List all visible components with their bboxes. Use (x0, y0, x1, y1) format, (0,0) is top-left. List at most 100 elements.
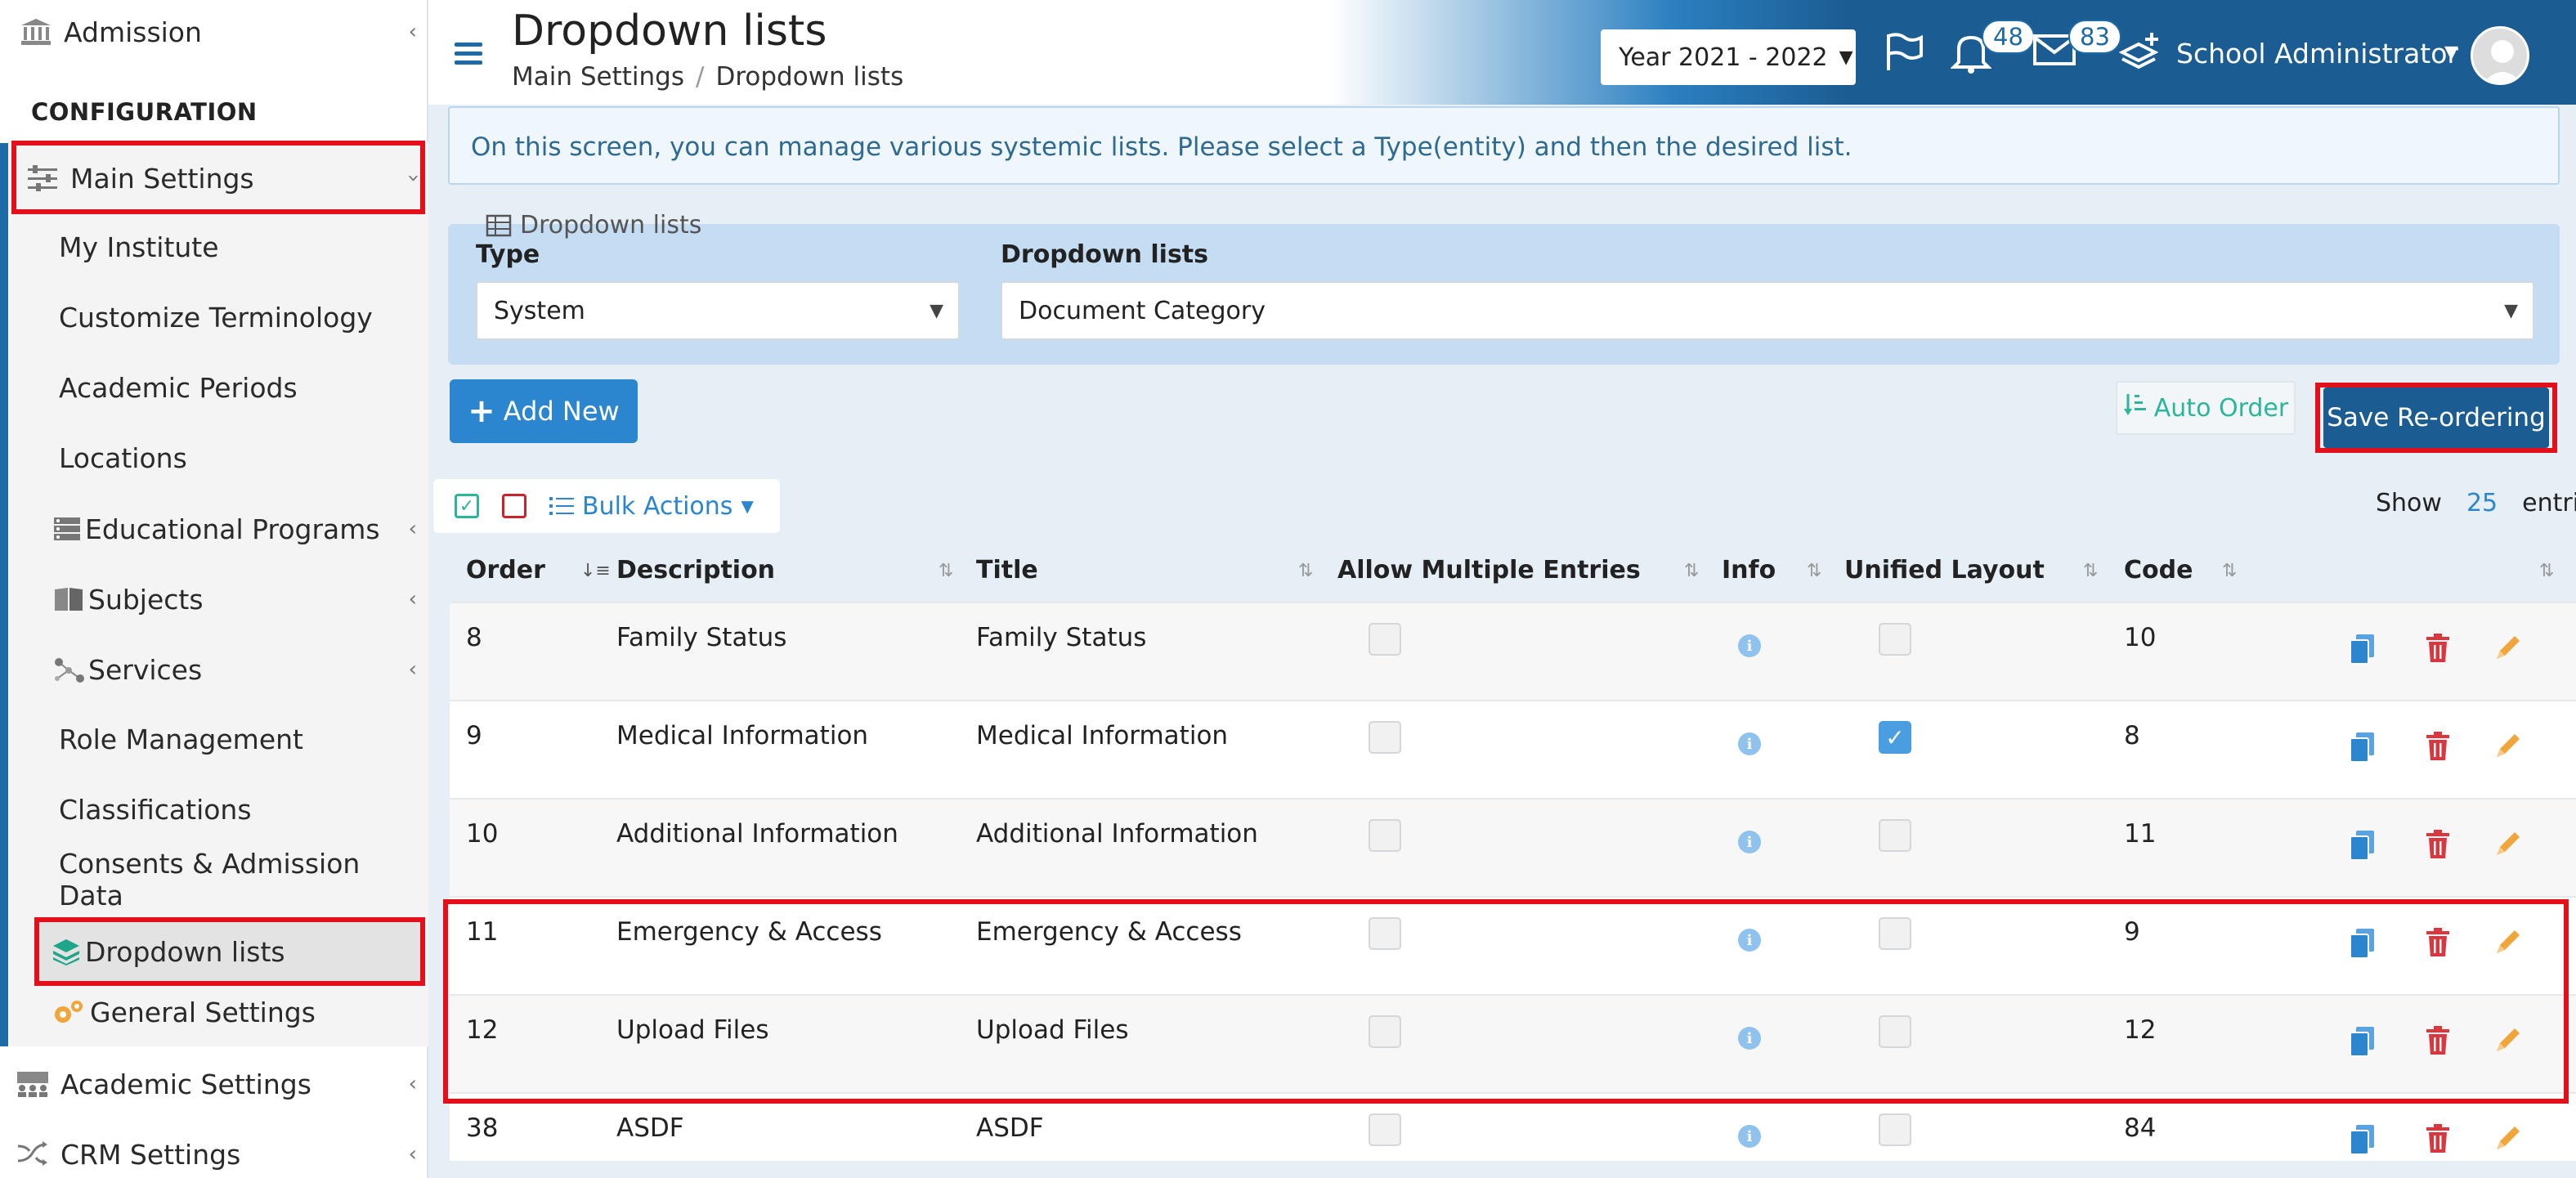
info-icon[interactable]: i (1738, 831, 1761, 853)
bulk-actions-dropdown[interactable]: Bulk Actions ▼ (549, 492, 754, 521)
unified-layout-checkbox[interactable]: ✓ (1879, 721, 1911, 754)
sidebar-item-subjects[interactable]: Subjects ‹ (0, 579, 428, 620)
sidebar-item-label: Consents & Admission Data (59, 848, 361, 911)
sidebar-item-label: Admission (64, 16, 202, 48)
sidebar-item-label: General Settings (90, 996, 316, 1028)
type-select[interactable]: System ▼ (476, 281, 960, 340)
user-name[interactable]: School Administrator (2176, 38, 2458, 69)
add-new-button[interactable]: + Add New (450, 379, 638, 443)
unified-layout-checkbox[interactable] (1879, 1113, 1911, 1146)
hamburger-menu-icon[interactable] (455, 43, 482, 65)
sidebar-item-role-management[interactable]: Role Management (59, 719, 303, 759)
dropdown-list-select[interactable]: Document Category ▼ (1001, 281, 2534, 340)
entries-label: entries (2522, 489, 2576, 517)
bulk-toolbar: ✓ Bulk Actions ▼ (433, 479, 780, 533)
sort-active-icon[interactable]: ↓≡ (580, 561, 611, 581)
sort-icon[interactable]: ⇅ (2083, 561, 2098, 581)
chevron-left-icon: ‹ (408, 20, 417, 44)
allow-multiple-checkbox[interactable] (1369, 623, 1401, 656)
sort-icon[interactable]: ⇅ (2222, 561, 2237, 581)
check-all-icon[interactable]: ✓ (455, 494, 479, 518)
caret-down-icon: ▼ (930, 300, 943, 321)
sidebar-item-classifications[interactable]: Classifications (59, 790, 252, 829)
allow-multiple-checkbox[interactable] (1369, 1113, 1401, 1146)
top-header: Dropdown lists Main Settings / Dropdown … (428, 0, 2576, 105)
sidebar-item-academic-periods[interactable]: Academic Periods (59, 368, 298, 407)
column-header-description[interactable]: Description (616, 556, 775, 585)
info-icon[interactable]: i (1738, 1125, 1761, 1148)
sort-icon[interactable]: ⇅ (1807, 561, 1821, 581)
pencil-icon[interactable] (2493, 1123, 2523, 1156)
classroom-icon (15, 1068, 51, 1100)
column-header-allow-multiple[interactable]: Allow Multiple Entries (1337, 556, 1641, 585)
sidebar-item-academic-settings[interactable]: Academic Settings ‹ (0, 1061, 428, 1107)
plus-icon: + (468, 392, 495, 430)
flag-icon[interactable] (1884, 31, 1924, 81)
institution-icon (18, 16, 54, 48)
sort-icon[interactable]: ⇅ (939, 561, 953, 581)
column-header-order[interactable]: Order (466, 556, 545, 585)
pencil-icon[interactable] (2493, 633, 2523, 665)
column-header-unified-layout[interactable]: Unified Layout (1844, 556, 2045, 585)
sidebar-item-consents[interactable]: Consents & Admission Data (59, 848, 427, 911)
table-row[interactable]: 10 Additional Information Additional Infor… (450, 798, 2576, 896)
sort-icon[interactable]: ⇅ (1298, 561, 1313, 581)
column-header-info[interactable]: Info (1722, 556, 1776, 585)
cell-title: Additional Information (976, 819, 1258, 849)
sidebar-item-admission[interactable]: Admission ‹ (0, 8, 428, 56)
unified-layout-checkbox[interactable] (1879, 819, 1911, 852)
column-header-title[interactable]: Title (976, 556, 1038, 585)
table-row[interactable]: 8 Family Status Family Status i 10 (450, 602, 2576, 700)
highlight-selected-rows (443, 899, 2569, 1104)
sidebar-item-label: Role Management (59, 723, 303, 755)
auto-order-button[interactable]: Auto Order (2116, 381, 2296, 435)
shuffle-icon (15, 1138, 51, 1171)
sidebar-item-crm-settings[interactable]: CRM Settings ‹ (0, 1131, 428, 1177)
sidebar: Admission ‹ CONFIGURATION Main Settings … (0, 0, 428, 1178)
dropdown-list-select-value: Document Category (1019, 296, 1266, 325)
breadcrumb-main-settings[interactable]: Main Settings (512, 62, 684, 92)
sidebar-item-general-settings[interactable]: General Settings (0, 991, 428, 1033)
caret-down-icon[interactable]: ▼ (2444, 43, 2458, 63)
sidebar-item-my-institute[interactable]: My Institute (59, 227, 219, 267)
cell-description: Family Status (616, 623, 787, 652)
sidebar-item-educational-programs[interactable]: Educational Programs ‹ (0, 508, 428, 549)
copy-icon[interactable] (2348, 1123, 2377, 1156)
entries-count-select[interactable]: 25 (2466, 489, 2498, 517)
cell-code: 84 (2124, 1113, 2157, 1143)
cell-code: 8 (2124, 721, 2140, 750)
copy-icon[interactable] (2348, 829, 2377, 862)
pencil-icon[interactable] (2493, 829, 2523, 862)
column-header-code[interactable]: Code (2124, 556, 2193, 585)
copy-icon[interactable] (2348, 633, 2377, 665)
sort-icon[interactable]: ⇅ (2539, 561, 2554, 581)
allow-multiple-checkbox[interactable] (1369, 721, 1401, 754)
trash-icon[interactable] (2425, 731, 2454, 764)
sidebar-item-locations[interactable]: Locations (59, 438, 187, 477)
avatar[interactable] (2471, 26, 2529, 85)
sidebar-item-label: Academic Settings (60, 1068, 311, 1100)
pencil-icon[interactable] (2493, 731, 2523, 764)
trash-icon[interactable] (2425, 829, 2454, 862)
year-select[interactable]: Year 2021 - 2022 ▼ (1601, 29, 1856, 85)
sort-icon[interactable]: ⇅ (1684, 561, 1699, 581)
info-icon[interactable]: i (1738, 732, 1761, 755)
breadcrumb: Main Settings / Dropdown lists (512, 62, 903, 92)
sidebar-item-services[interactable]: Services ‹ (0, 649, 428, 690)
trash-icon[interactable] (2425, 1123, 2454, 1156)
cell-order: 38 (466, 1113, 499, 1143)
page-title: Dropdown lists (512, 7, 827, 56)
cell-code: 11 (2124, 819, 2157, 849)
sidebar-heading: CONFIGURATION (31, 98, 258, 126)
trash-icon[interactable] (2425, 633, 2454, 665)
uncheck-all-icon[interactable] (502, 494, 526, 518)
layers-plus-icon[interactable] (2118, 31, 2162, 81)
info-icon[interactable]: i (1738, 634, 1761, 657)
filter-legend: Dropdown lists (486, 211, 701, 240)
table-row[interactable]: 9 Medical Information Medical Information i… (450, 700, 2576, 798)
cell-description: ASDF (616, 1113, 684, 1143)
sidebar-item-customize-terminology[interactable]: Customize Terminology (59, 298, 373, 337)
allow-multiple-checkbox[interactable] (1369, 819, 1401, 852)
copy-icon[interactable] (2348, 731, 2377, 764)
unified-layout-checkbox[interactable] (1879, 623, 1911, 656)
